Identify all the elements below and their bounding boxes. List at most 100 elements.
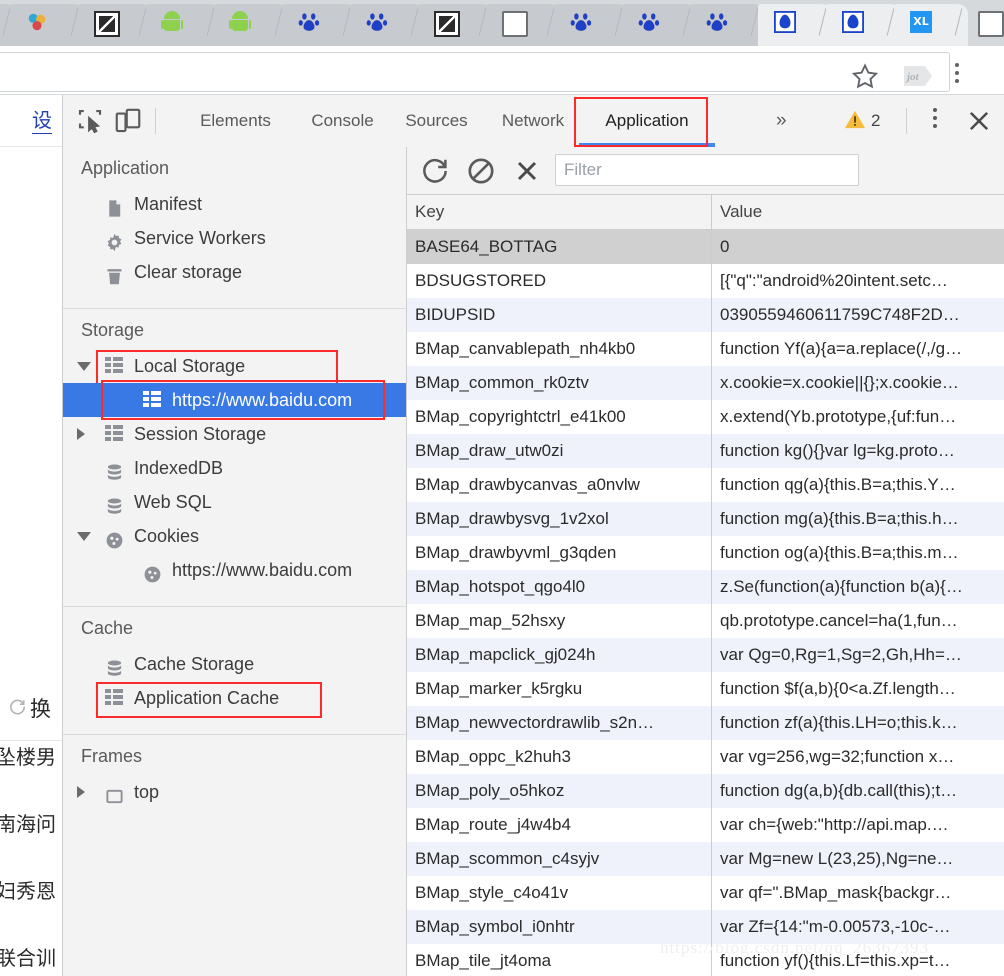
table-row[interactable]: BMap_route_j4w4b4 var ch={web:"http://api… [407, 808, 1004, 842]
cell-key[interactable]: BMap_drawbycanvas_a0nvlw [407, 468, 712, 502]
table-row[interactable]: BMap_oppc_k2huh3 var vg=256,wg=32;functio… [407, 740, 1004, 774]
devtools-close-icon[interactable] [965, 107, 993, 135]
cell-key[interactable]: BIDUPSID [407, 298, 712, 332]
cell-key[interactable]: BMap_style_c4o41v [407, 876, 712, 910]
table-row[interactable]: BMap_map_52hsxy qb.prototype.cancel=ha(1,… [407, 604, 1004, 638]
cell-key[interactable]: BDSUGSTORED [407, 264, 712, 298]
table-row[interactable]: BMap_copyrightctrl_e41k00 x.extend(Yb.pro… [407, 400, 1004, 434]
cell-value[interactable]: var Zf={14:"m-0.00573,-10c-… [712, 910, 1004, 944]
cell-key[interactable]: BMap_mapclick_gj024h [407, 638, 712, 672]
tab-elements[interactable]: Elements [168, 95, 303, 147]
tab-application[interactable]: Application [575, 95, 719, 147]
cell-value[interactable]: function mg(a){this.B=a;this.h… [712, 502, 1004, 536]
sidebar-item-web-sql[interactable]: Web SQL [63, 485, 406, 519]
warning-badge[interactable]: 2 [844, 95, 880, 147]
sidebar-item-clear-storage[interactable]: Clear storage [63, 255, 406, 289]
sidebar-item-cache-storage[interactable]: Cache Storage [63, 647, 406, 681]
cell-value[interactable]: var vg=256,wg=32;function x… [712, 740, 1004, 774]
device-toolbar-icon[interactable] [113, 106, 143, 136]
table-row[interactable]: BMap_newvectordrawlib_s2n… function zf(a)… [407, 706, 1004, 740]
inspect-element-icon[interactable] [75, 106, 105, 136]
cell-value[interactable]: x.cookie=x.cookie||{};x.cookie… [712, 366, 1004, 400]
cell-value[interactable]: function dg(a,b){db.call(this);t… [712, 774, 1004, 808]
cell-key[interactable]: BMap_poly_o5hkoz [407, 774, 712, 808]
cell-key[interactable]: BMap_tile_jt4oma [407, 944, 712, 976]
table-row[interactable]: BMap_common_rk0ztv x.cookie=x.cookie||{};… [407, 366, 1004, 400]
filter-input[interactable] [555, 154, 859, 186]
table-row[interactable]: BMap_hotspot_qgo4l0 z.Se(function(a){func… [407, 570, 1004, 604]
cell-value[interactable]: [{"q":"android%20intent.setc… [712, 264, 1004, 298]
table-row[interactable]: BMap_draw_utw0zi function kg(){}var lg=kg… [407, 434, 1004, 468]
cell-value[interactable]: function og(a){this.B=a;this.m… [712, 536, 1004, 570]
table-row[interactable]: BMap_style_c4o41v var qf=".BMap_mask{back… [407, 876, 1004, 910]
page-top-link[interactable]: 设 [32, 104, 52, 134]
column-header-value[interactable]: Value [712, 195, 1004, 229]
refresh-icon[interactable] [419, 155, 451, 187]
table-row[interactable]: BMap_symbol_i0nhtr var Zf={14:"m-0.00573,… [407, 910, 1004, 944]
more-tabs-chevron-icon[interactable]: » [776, 95, 787, 147]
table-row[interactable]: BMap_canvablepath_nh4kb0 function Yf(a){a… [407, 332, 1004, 366]
sidebar-item-cookies[interactable]: Cookies [63, 519, 406, 553]
delete-selected-icon[interactable] [511, 155, 543, 187]
sidebar-item-manifest[interactable]: Manifest [63, 187, 406, 221]
cell-key[interactable]: BMap_canvablepath_nh4kb0 [407, 332, 712, 366]
twisty-collapsed-icon[interactable] [77, 786, 85, 798]
column-header-key[interactable]: Key [407, 195, 712, 229]
table-row[interactable]: BMap_tile_jt4oma function yf(){this.Lf=th… [407, 944, 1004, 976]
sidebar-item-top[interactable]: top [63, 775, 406, 809]
page-item-1[interactable]: 南海问 [0, 808, 56, 837]
cell-key[interactable]: BMap_drawbysvg_1v2xol [407, 502, 712, 536]
table-row[interactable]: BMap_mapclick_gj024h var Qg=0,Rg=1,Sg=2,G… [407, 638, 1004, 672]
cell-key[interactable]: BMap_common_rk0ztv [407, 366, 712, 400]
cell-value[interactable]: var Qg=0,Rg=1,Sg=2,Gh,Hh=… [712, 638, 1004, 672]
cell-key[interactable]: BMap_scommon_c4syjv [407, 842, 712, 876]
table-row[interactable]: BMap_drawbysvg_1v2xol function mg(a){this… [407, 502, 1004, 536]
cell-value[interactable]: var Mg=new L(23,25),Ng=ne… [712, 842, 1004, 876]
cell-value[interactable]: function yf(){this.Lf=this.xp=t… [712, 944, 1004, 976]
cell-value[interactable]: var qf=".BMap_mask{backgr… [712, 876, 1004, 910]
sidebar-item-indexeddb[interactable]: IndexedDB [63, 451, 406, 485]
cell-key[interactable]: BMap_route_j4w4b4 [407, 808, 712, 842]
refresh-circle-icon[interactable] [8, 697, 27, 721]
cell-key[interactable]: BMap_map_52hsxy [407, 604, 712, 638]
cell-value[interactable]: function qg(a){this.B=a;this.Y… [712, 468, 1004, 502]
cell-value[interactable]: var ch={web:"http://api.map.… [712, 808, 1004, 842]
page-refresh-label[interactable]: 换 [30, 693, 51, 723]
jot-extension-icon[interactable]: jot [903, 64, 932, 88]
cell-key[interactable]: BASE64_BOTTAG [407, 230, 712, 264]
cell-key[interactable]: BMap_newvectordrawlib_s2n… [407, 706, 712, 740]
cell-key[interactable]: BMap_drawbyvml_g3qden [407, 536, 712, 570]
cell-value[interactable]: x.extend(Yb.prototype,{uf:fun… [712, 400, 1004, 434]
sidebar-item-https-www-baidu-com[interactable]: https://www.baidu.com [63, 383, 406, 417]
twisty-collapsed-icon[interactable] [77, 428, 85, 440]
cell-key[interactable]: BMap_draw_utw0zi [407, 434, 712, 468]
cell-value[interactable]: function $f(a,b){0<a.Zf.length… [712, 672, 1004, 706]
page-item-0[interactable]: 坠楼男 [0, 741, 56, 770]
cell-key[interactable]: BMap_marker_k5rgku [407, 672, 712, 706]
clear-all-icon[interactable] [465, 155, 497, 187]
tab-network[interactable]: Network [475, 95, 591, 147]
table-row[interactable]: BMap_poly_o5hkoz function dg(a,b){db.call… [407, 774, 1004, 808]
table-row[interactable]: BMap_marker_k5rgku function $f(a,b){0<a.Z… [407, 672, 1004, 706]
sidebar-item-session-storage[interactable]: Session Storage [63, 417, 406, 451]
sidebar-item-service-workers[interactable]: Service Workers [63, 221, 406, 255]
sidebar-item-https-www-baidu-com[interactable]: https://www.baidu.com [63, 553, 406, 587]
table-row[interactable]: BDSUGSTORED [{"q":"android%20intent.setc… [407, 264, 1004, 298]
bookmark-star-icon[interactable] [851, 62, 879, 90]
page-item-2[interactable]: 妇秀恩 [0, 875, 56, 904]
cell-key[interactable]: BMap_symbol_i0nhtr [407, 910, 712, 944]
table-row[interactable]: BIDUPSID 0390559460611759C748F2D… [407, 298, 1004, 332]
cell-key[interactable]: BMap_oppc_k2huh3 [407, 740, 712, 774]
table-row[interactable]: BMap_scommon_c4syjv var Mg=new L(23,25),N… [407, 842, 1004, 876]
twisty-expanded-icon[interactable] [77, 532, 91, 541]
browser-menu-icon[interactable] [947, 63, 967, 89]
table-row[interactable]: BMap_drawbyvml_g3qden function og(a){this… [407, 536, 1004, 570]
sidebar-item-local-storage[interactable]: Local Storage [63, 349, 406, 383]
cell-key[interactable]: BMap_hotspot_qgo4l0 [407, 570, 712, 604]
cell-value[interactable]: 0 [712, 230, 1004, 264]
cell-value[interactable]: qb.prototype.cancel=ha(1,fun… [712, 604, 1004, 638]
devtools-menu-icon[interactable] [925, 108, 945, 134]
cell-value[interactable]: z.Se(function(a){function b(a){… [712, 570, 1004, 604]
sidebar-item-application-cache[interactable]: Application Cache [63, 681, 406, 715]
twisty-expanded-icon[interactable] [77, 362, 91, 371]
